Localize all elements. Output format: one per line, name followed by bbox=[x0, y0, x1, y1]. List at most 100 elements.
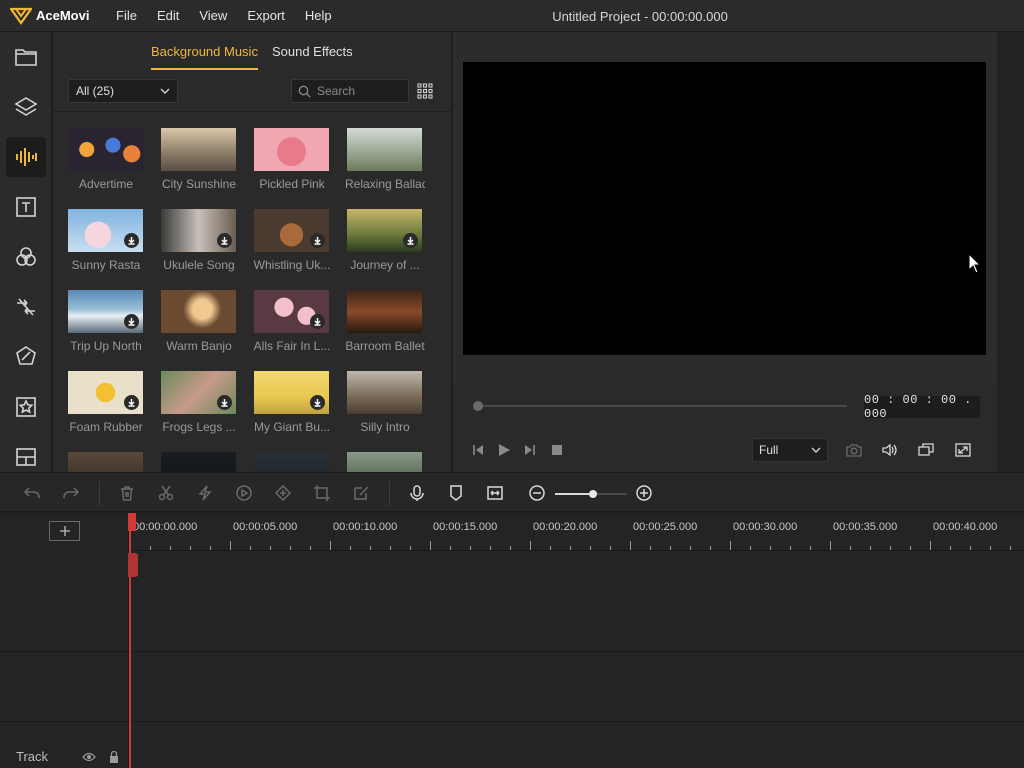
ruler-minor-tick bbox=[190, 546, 191, 550]
music-item[interactable]: Sunny Rasta bbox=[68, 209, 144, 272]
ruler-minor-tick bbox=[810, 546, 811, 550]
music-item[interactable]: Silly Intro bbox=[347, 371, 423, 434]
next-frame-button[interactable] bbox=[521, 441, 539, 459]
music-item[interactable] bbox=[68, 452, 144, 472]
transition-button[interactable] bbox=[235, 484, 253, 502]
music-item[interactable]: Alls Fair In L... bbox=[254, 290, 330, 353]
download-button[interactable] bbox=[124, 314, 139, 329]
playback-progress[interactable] bbox=[473, 401, 847, 411]
split-button[interactable] bbox=[157, 484, 175, 502]
music-item[interactable]: Frogs Legs ... bbox=[161, 371, 237, 434]
ruler-minor-tick bbox=[370, 546, 371, 550]
play-icon bbox=[499, 444, 510, 456]
music-item[interactable]: Pickled Pink bbox=[254, 128, 330, 191]
volume-button[interactable] bbox=[881, 441, 899, 459]
music-item[interactable]: Advertime bbox=[68, 128, 144, 191]
layers-button[interactable] bbox=[6, 87, 46, 127]
music-item[interactable]: My Giant Bu... bbox=[254, 371, 330, 434]
filters-button[interactable] bbox=[6, 237, 46, 277]
zoom-slider[interactable] bbox=[555, 490, 627, 498]
stop-button[interactable] bbox=[548, 441, 566, 459]
delete-button[interactable] bbox=[118, 484, 136, 502]
text-button[interactable] bbox=[6, 187, 46, 227]
music-title: Sunny Rasta bbox=[71, 258, 141, 272]
fullscreen-button[interactable] bbox=[954, 441, 972, 459]
edit-icon bbox=[354, 486, 369, 500]
elements-button[interactable] bbox=[6, 387, 46, 427]
grid-view-icon[interactable] bbox=[417, 83, 433, 99]
crop-button[interactable] bbox=[313, 484, 331, 502]
menu-file[interactable]: File bbox=[106, 8, 147, 23]
music-item[interactable]: City Sunshine bbox=[161, 128, 237, 191]
menu-export[interactable]: Export bbox=[237, 8, 295, 23]
zoom-out-button[interactable] bbox=[528, 484, 546, 502]
media-library-button[interactable] bbox=[6, 37, 46, 77]
music-thumbnail bbox=[68, 452, 143, 472]
detach-preview-button[interactable] bbox=[917, 441, 935, 459]
music-title: City Sunshine bbox=[161, 177, 237, 191]
playhead[interactable] bbox=[129, 513, 131, 768]
record-voice-button[interactable] bbox=[408, 484, 426, 502]
effects-button[interactable] bbox=[6, 337, 46, 377]
crop-icon bbox=[314, 485, 330, 501]
audio-button[interactable] bbox=[6, 137, 46, 177]
playhead-marker[interactable] bbox=[128, 553, 138, 577]
edit-button[interactable] bbox=[352, 484, 370, 502]
music-item[interactable]: Relaxing Ballad bbox=[345, 128, 425, 191]
download-button[interactable] bbox=[217, 395, 232, 410]
eye-icon[interactable] bbox=[82, 750, 96, 764]
timeline: Track 00:00:00.000 00:00:05.000 00:00:10.0… bbox=[0, 513, 1024, 768]
tab-sound-effects[interactable]: Sound Effects bbox=[272, 32, 353, 70]
music-item[interactable]: Foam Rubber bbox=[68, 371, 144, 434]
music-item[interactable] bbox=[161, 452, 237, 472]
music-item[interactable]: Journey of ... bbox=[347, 209, 423, 272]
music-item[interactable]: Warm Banjo bbox=[161, 290, 237, 353]
download-button[interactable] bbox=[310, 395, 325, 410]
download-button[interactable] bbox=[217, 233, 232, 248]
category-dropdown[interactable]: All (25) bbox=[68, 79, 178, 103]
zoom-slider-fill bbox=[555, 493, 591, 495]
download-button[interactable] bbox=[310, 233, 325, 248]
zoom-in-button[interactable] bbox=[635, 484, 653, 502]
music-item[interactable] bbox=[347, 452, 423, 472]
fit-timeline-button[interactable] bbox=[486, 484, 504, 502]
tab-background-music[interactable]: Background Music bbox=[151, 32, 258, 70]
music-item[interactable]: Ukulele Song bbox=[161, 209, 237, 272]
split-screen-button[interactable] bbox=[6, 437, 46, 477]
snapshot-button[interactable] bbox=[845, 441, 863, 459]
zoom-slider-knob[interactable] bbox=[589, 490, 597, 498]
preview-screen[interactable] bbox=[463, 62, 986, 355]
redo-icon bbox=[63, 487, 80, 498]
filter-bar: All (25) bbox=[68, 79, 433, 103]
menu-edit[interactable]: Edit bbox=[147, 8, 189, 23]
music-item[interactable] bbox=[254, 452, 330, 472]
undo-button[interactable] bbox=[23, 484, 41, 502]
marker-button[interactable] bbox=[447, 484, 465, 502]
download-button[interactable] bbox=[310, 314, 325, 329]
camera-icon bbox=[846, 444, 862, 457]
ruler-time-label: 00:00:35.000 bbox=[833, 521, 898, 533]
playhead-handle[interactable] bbox=[128, 513, 136, 531]
search-input[interactable] bbox=[317, 84, 397, 98]
music-item[interactable]: Barroom Ballet bbox=[345, 290, 425, 353]
music-item[interactable]: Trip Up North bbox=[68, 290, 144, 353]
mouse-cursor-icon bbox=[968, 253, 982, 274]
previous-frame-button[interactable] bbox=[469, 441, 487, 459]
redo-button[interactable] bbox=[62, 484, 80, 502]
play-button[interactable] bbox=[495, 441, 513, 459]
time-ruler[interactable]: 00:00:00.000 00:00:05.000 00:00:10.000 00:0… bbox=[130, 513, 1024, 551]
menu-help[interactable]: Help bbox=[295, 8, 342, 23]
progress-knob[interactable] bbox=[473, 401, 483, 411]
download-button[interactable] bbox=[403, 233, 418, 248]
menu-view[interactable]: View bbox=[189, 8, 237, 23]
add-track-button[interactable] bbox=[49, 521, 80, 541]
download-button[interactable] bbox=[124, 233, 139, 248]
speed-button[interactable] bbox=[196, 484, 214, 502]
music-item[interactable]: Whistling Uk... bbox=[254, 209, 330, 272]
preview-quality-dropdown[interactable]: Full bbox=[752, 438, 828, 462]
lock-icon[interactable] bbox=[107, 750, 121, 764]
download-button[interactable] bbox=[124, 395, 139, 410]
add-marker-button[interactable] bbox=[274, 484, 292, 502]
transitions-button[interactable] bbox=[6, 287, 46, 327]
ruler-minor-tick bbox=[970, 546, 971, 550]
